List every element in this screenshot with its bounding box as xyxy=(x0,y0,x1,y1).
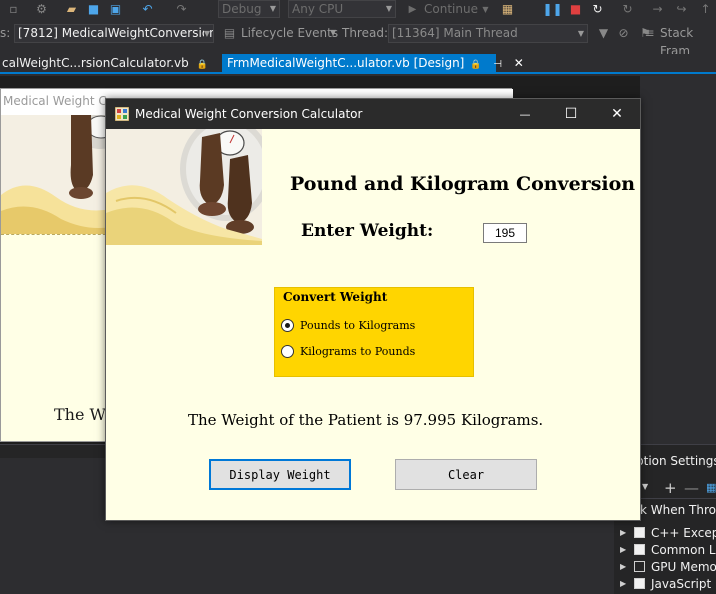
exception-checkbox[interactable] xyxy=(634,544,645,555)
process-combo[interactable]: [7812] MedicalWeightConversionC ▼ xyxy=(14,24,214,43)
open-folder-icon[interactable]: ▰ xyxy=(64,2,79,17)
maximize-icon: ☐ xyxy=(564,106,578,122)
app-icon xyxy=(115,107,129,121)
step-into-icon[interactable]: → xyxy=(650,2,665,17)
exception-checkbox[interactable] xyxy=(634,527,645,538)
convert-weight-group: Convert Weight Pounds to Kilograms Kilog… xyxy=(274,287,474,377)
chevron-down-icon[interactable]: ▼ xyxy=(330,24,336,42)
display-weight-button[interactable]: Display Weight xyxy=(209,459,351,490)
page-title: Pound and Kilogram Conversion xyxy=(290,173,636,195)
exception-category-row[interactable]: ▶ GPU Memor xyxy=(620,558,716,575)
platform-combo[interactable]: Any CPU ▼ xyxy=(288,0,396,18)
add-icon[interactable]: + xyxy=(664,479,677,497)
thread-combo[interactable]: [11364] Main Thread ▼ xyxy=(388,24,588,43)
tab-designer[interactable]: FrmMedicalWeightC...ulator.vb [Design] 🔒… xyxy=(222,54,524,72)
chevron-down-icon[interactable]: ▼ xyxy=(478,2,493,17)
continue-button-label[interactable]: Continue xyxy=(424,0,478,18)
app-title: Medical Weight Conversion Calculator xyxy=(135,107,363,121)
close-button[interactable]: ✕ xyxy=(594,99,640,129)
pause-icon[interactable]: ❚❚ xyxy=(542,2,562,17)
expand-icon[interactable]: ▶ xyxy=(620,579,630,588)
process-label: s: xyxy=(0,26,11,40)
exception-category-label: JavaScript R xyxy=(651,576,716,591)
stack-frame-icon: ≡ xyxy=(644,26,655,40)
exception-checkbox[interactable] xyxy=(634,578,645,589)
expand-icon[interactable]: ▶ xyxy=(620,562,630,571)
ide-toolbar: ▫ ⚙ ▰ ■ ▣ ↶ ↷ Debug ▼ Any CPU ▼ ▶ Contin… xyxy=(0,0,716,20)
stop-icon[interactable]: ■ xyxy=(568,2,583,17)
exception-category-label: GPU Memor xyxy=(651,559,716,574)
chevron-down-icon: ▼ xyxy=(203,25,210,42)
pounds-to-kilograms-radio[interactable] xyxy=(281,318,294,332)
close-icon: ✕ xyxy=(611,106,623,122)
exception-category-row[interactable]: ▶ C++ Excepti xyxy=(620,524,716,541)
lock-icon: 🔒 xyxy=(196,60,208,70)
lock-icon: 🔒 xyxy=(470,60,482,70)
step-over-icon[interactable]: ↪ xyxy=(674,2,689,17)
minimize-button[interactable]: — xyxy=(502,99,548,129)
show-next-statement-icon[interactable]: ↻ xyxy=(620,2,635,17)
close-icon[interactable]: ✕ xyxy=(514,56,524,70)
chevron-down-icon[interactable]: ▼ xyxy=(642,482,648,491)
save-all-icon[interactable]: ▣ xyxy=(108,2,123,17)
pounds-to-kilograms-option[interactable]: Pounds to Kilograms xyxy=(281,317,415,333)
exception-category-row[interactable]: ▶ JavaScript R xyxy=(620,575,716,592)
exception-category-label: C++ Excepti xyxy=(651,525,716,540)
lifecycle-events-label[interactable]: Lifecycle Events xyxy=(241,24,338,42)
stack-frame-label: Stack Fram xyxy=(660,26,694,58)
tab-code-file[interactable]: calWeightC...rsionCalculator.vb 🔒 xyxy=(0,54,210,72)
result-label: The Weight of the Patient is 97.995 Kilo… xyxy=(188,411,544,429)
step-out-icon[interactable]: ↑ xyxy=(698,2,713,17)
exception-category-row[interactable]: ▶ Common La xyxy=(620,541,716,558)
expand-icon[interactable]: ▶ xyxy=(620,545,630,554)
enter-weight-label: Enter Weight: xyxy=(301,221,434,241)
chevron-down-icon: ▼ xyxy=(269,4,276,13)
pin-tab-icon[interactable]: ⊣ xyxy=(493,59,502,70)
expand-icon[interactable]: ▶ xyxy=(620,528,630,537)
chevron-down-icon: ▼ xyxy=(385,4,392,13)
diagnostics-icon[interactable]: ▦ xyxy=(500,2,515,17)
chevron-down-icon: ▼ xyxy=(577,25,584,42)
app-window: Medical Weight Conversion Calculator — ☐… xyxy=(105,98,641,521)
minimize-icon: — xyxy=(519,107,531,121)
convert-weight-group-title: Convert Weight xyxy=(283,290,388,304)
configuration-combo[interactable]: Debug ▼ xyxy=(218,0,280,18)
tab-label: calWeightC...rsionCalculator.vb xyxy=(2,56,189,70)
weight-input[interactable] xyxy=(483,223,527,243)
restore-defaults-icon[interactable]: ▦ xyxy=(706,481,716,494)
continue-icon[interactable]: ▶ xyxy=(405,2,420,17)
add-item-icon[interactable]: ⚙ xyxy=(34,2,49,17)
redo-icon[interactable]: ↷ xyxy=(174,2,189,17)
exception-category-label: Common La xyxy=(651,542,716,557)
kilograms-to-pounds-option[interactable]: Kilograms to Pounds xyxy=(281,343,415,359)
save-icon[interactable]: ■ xyxy=(86,2,101,17)
process-value: [7812] MedicalWeightConversionC xyxy=(18,26,214,40)
platform-value: Any CPU xyxy=(292,2,344,16)
configuration-value: Debug xyxy=(222,2,262,16)
pounds-to-kilograms-label: Pounds to Kilograms xyxy=(300,318,416,332)
filter-clear-icon[interactable]: ⊘ xyxy=(616,26,631,41)
exception-checkbox[interactable] xyxy=(634,561,645,572)
debug-location-bar: s: [7812] MedicalWeightConversionC ▼ ▤ L… xyxy=(0,22,716,58)
document-tab-bar: calWeightC...rsionCalculator.vb 🔒 FrmMed… xyxy=(0,54,716,74)
clear-button[interactable]: Clear xyxy=(395,459,537,490)
tab-label: FrmMedicalWeightC...ulator.vb [Design] xyxy=(227,56,465,70)
scale-feet-image xyxy=(106,129,262,245)
remove-icon[interactable]: — xyxy=(684,479,699,497)
kilograms-to-pounds-radio[interactable] xyxy=(281,344,294,358)
exception-settings-title: ption Settings xyxy=(636,454,716,468)
new-item-icon[interactable]: ▫ xyxy=(6,2,21,17)
maximize-button[interactable]: ☐ xyxy=(548,99,594,129)
app-title-bar[interactable]: Medical Weight Conversion Calculator — ☐… xyxy=(106,99,640,129)
kilograms-to-pounds-label: Kilograms to Pounds xyxy=(300,344,416,358)
lifecycle-events-icon: ▤ xyxy=(223,26,236,40)
thread-value: [11364] Main Thread xyxy=(392,26,518,40)
restart-icon[interactable]: ↻ xyxy=(590,2,605,17)
design-form-image xyxy=(1,115,111,235)
thread-label: Thread: xyxy=(342,26,389,40)
undo-icon[interactable]: ↶ xyxy=(140,2,155,17)
filter-icon[interactable]: ▼ xyxy=(596,26,611,41)
break-when-thrown-header: k When Throw xyxy=(640,503,716,517)
